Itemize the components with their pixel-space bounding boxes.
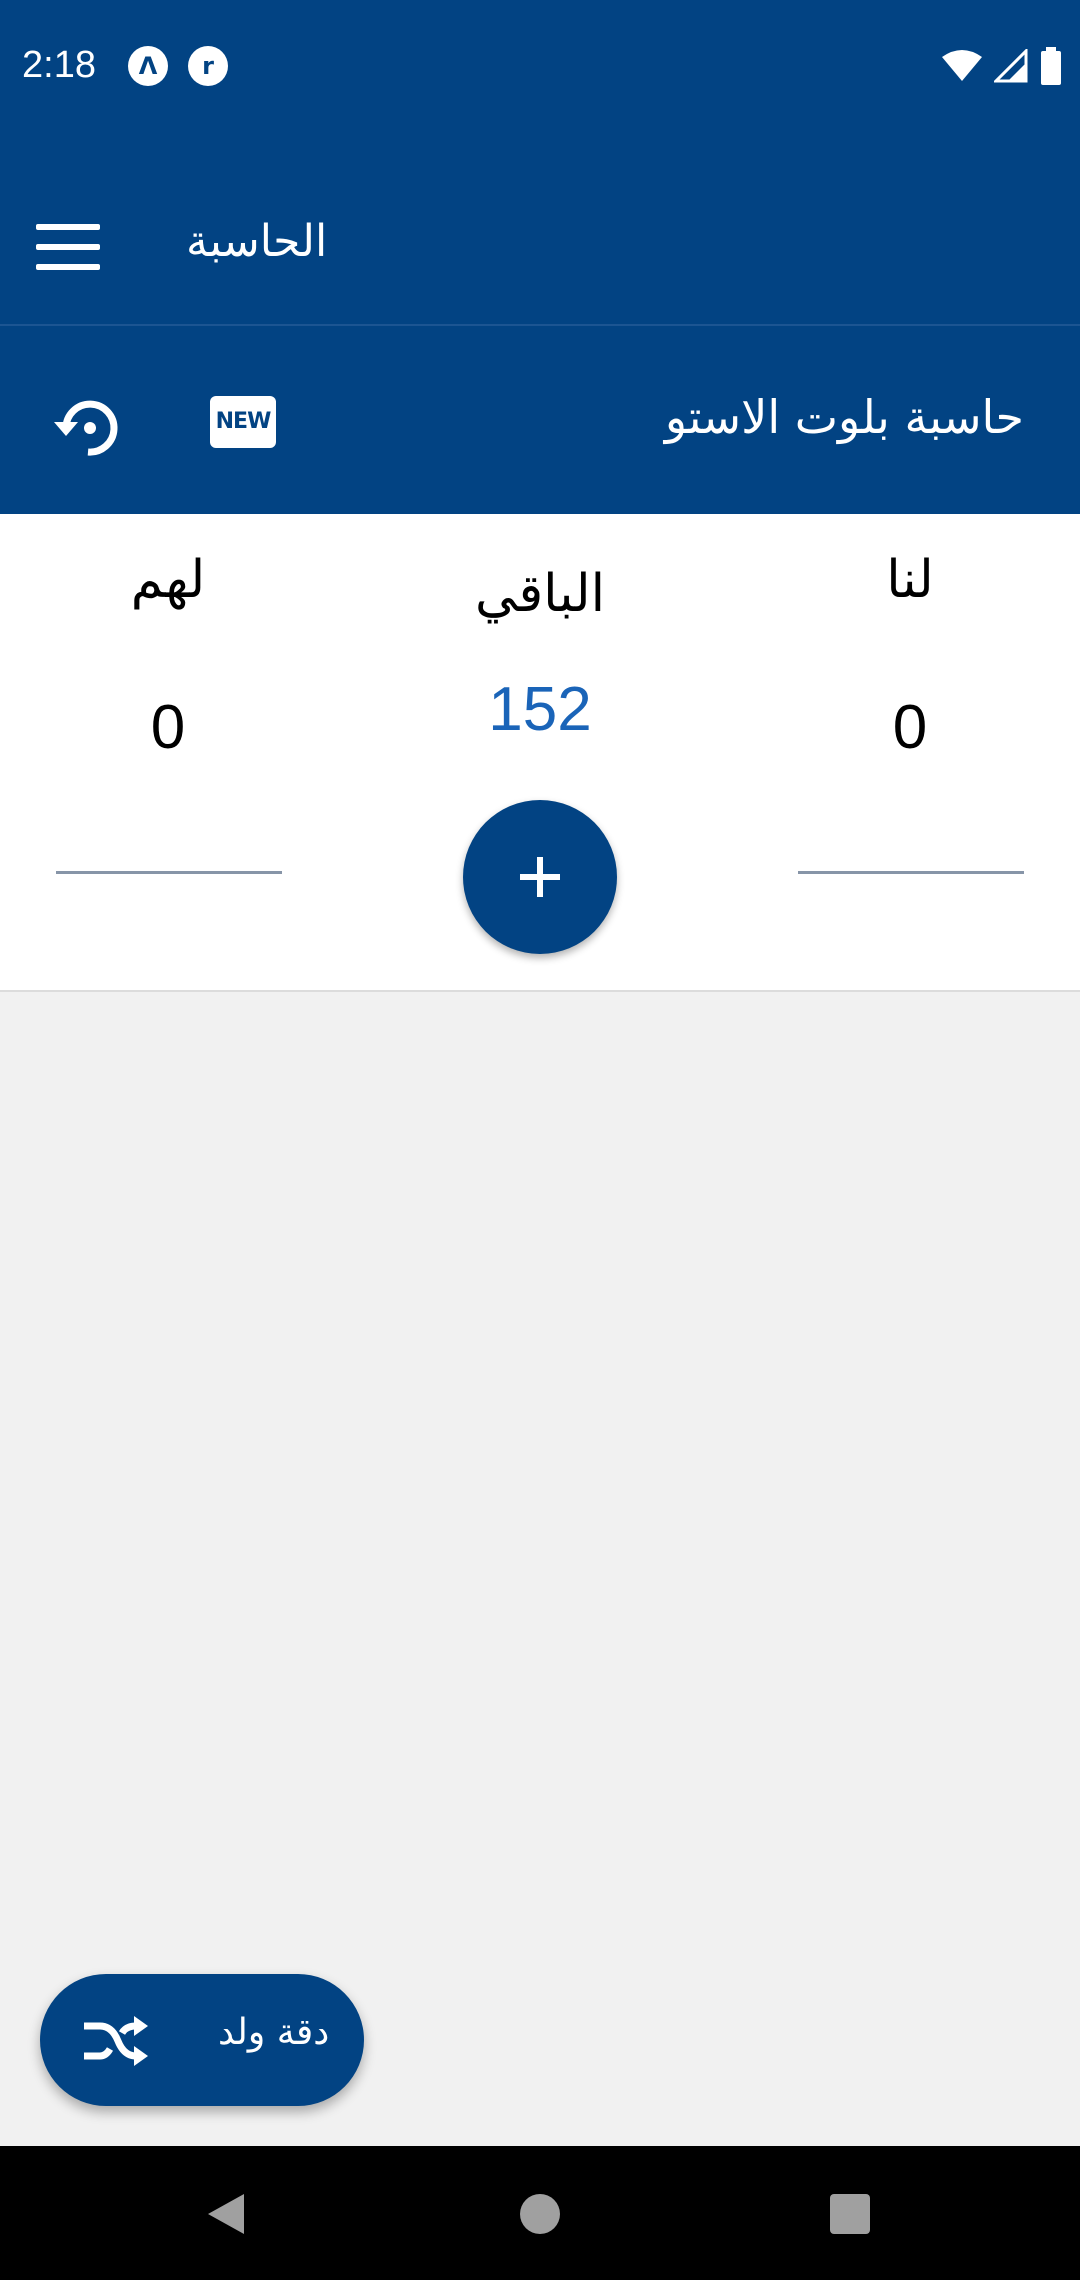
- wifi-icon: [942, 50, 982, 81]
- us-label: لنا: [886, 550, 934, 610]
- remaining-score: 152: [488, 675, 592, 744]
- system-nav-bar: [0, 2146, 1080, 2280]
- shuffle-icon: [84, 2016, 148, 2066]
- battery-icon: [1041, 47, 1061, 85]
- calculator-toolbar: NEW حاسبة بلوت الاستو: [0, 324, 1080, 514]
- add-round-button[interactable]: [463, 800, 617, 954]
- them-score-input[interactable]: [56, 814, 282, 874]
- us-score: 0: [892, 693, 928, 762]
- calculator-title: حاسبة بلوت الاستو: [664, 390, 1024, 444]
- score-card: لنا الباقي لهم 0 152 0: [0, 514, 1080, 992]
- hamburger-menu-icon[interactable]: [36, 224, 102, 272]
- recents-icon[interactable]: [830, 2194, 870, 2234]
- status-icons: [942, 46, 1062, 86]
- remaining-label: الباقي: [474, 564, 606, 624]
- app-title: الحاسبة: [186, 216, 328, 267]
- notification-r-icon: r: [188, 46, 228, 86]
- cell-signal-icon: [994, 49, 1028, 83]
- history-reset-icon[interactable]: [52, 392, 124, 464]
- status-time: 2:18: [22, 44, 96, 86]
- shuffle-deal-button[interactable]: دقة ولد: [40, 1974, 364, 2106]
- status-bar: 2:18 Λ r: [0, 0, 1080, 136]
- home-icon[interactable]: [520, 2194, 560, 2234]
- them-score: 0: [150, 693, 186, 762]
- notification-a-icon: Λ: [128, 46, 168, 86]
- app-bar: الحاسبة: [0, 136, 1080, 324]
- shuffle-deal-label: دقة ولد: [218, 2012, 330, 2053]
- back-icon[interactable]: [204, 2192, 248, 2236]
- new-badge-button[interactable]: NEW: [210, 396, 276, 448]
- them-label: لهم: [130, 550, 206, 610]
- us-score-input[interactable]: [798, 814, 1024, 874]
